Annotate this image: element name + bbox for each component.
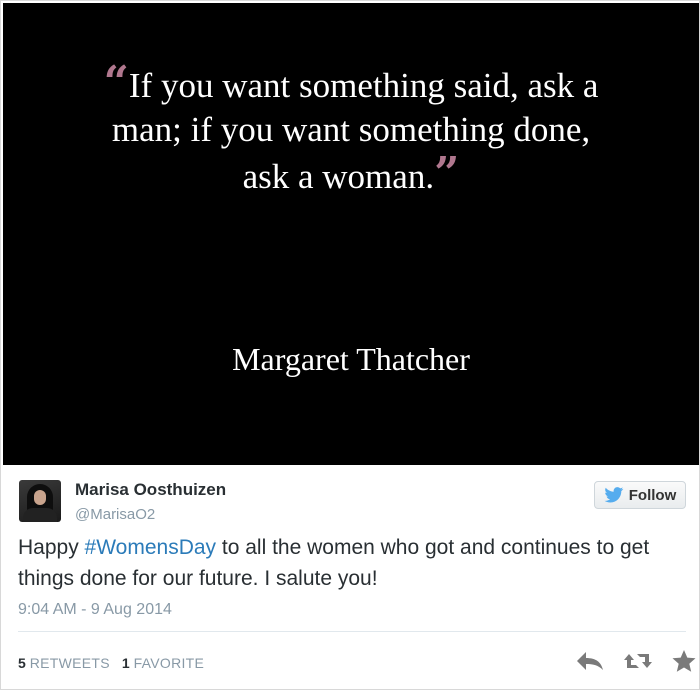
close-quote-mark-icon: ” <box>434 148 460 199</box>
avatar[interactable] <box>19 480 61 522</box>
tweet-timestamp[interactable]: 9:04 AM - 9 Aug 2014 <box>18 601 172 619</box>
quote-text: “If you want something said, ask a man; … <box>3 61 699 199</box>
tweet-stats: 5 RETWEETS 1 FAVORITE <box>18 655 204 671</box>
retweets-stat[interactable]: 5 RETWEETS <box>18 655 110 671</box>
star-icon[interactable] <box>671 649 697 673</box>
reply-arrow-icon[interactable] <box>575 650 605 672</box>
hashtag-link[interactable]: #WomensDay <box>85 536 217 559</box>
tweet-actions <box>575 649 697 673</box>
user-name[interactable]: Marisa Oosthuizen <box>75 480 226 500</box>
user-handle[interactable]: @MarisaO2 <box>75 506 155 523</box>
open-quote-mark-icon: “ <box>103 57 129 108</box>
quote-line-2: man; if you want something done, <box>111 110 591 149</box>
retweet-icon[interactable] <box>623 650 653 672</box>
quote-line-3: ask a woman.” <box>242 148 460 199</box>
follow-label: Follow <box>628 486 677 504</box>
follow-button[interactable]: Follow <box>594 481 686 509</box>
tweet-text: Happy #WomensDay to all the women who go… <box>18 536 650 590</box>
favorites-stat[interactable]: 1 FAVORITE <box>122 655 204 671</box>
quote-line-1: “If you want something said, ask a <box>103 57 599 108</box>
tweet-card: “If you want something said, ask a man; … <box>0 0 700 690</box>
quote-image[interactable]: “If you want something said, ask a man; … <box>3 3 699 465</box>
twitter-bird-icon <box>604 487 624 503</box>
divider <box>18 631 686 632</box>
quote-author: Margaret Thatcher <box>232 341 470 377</box>
